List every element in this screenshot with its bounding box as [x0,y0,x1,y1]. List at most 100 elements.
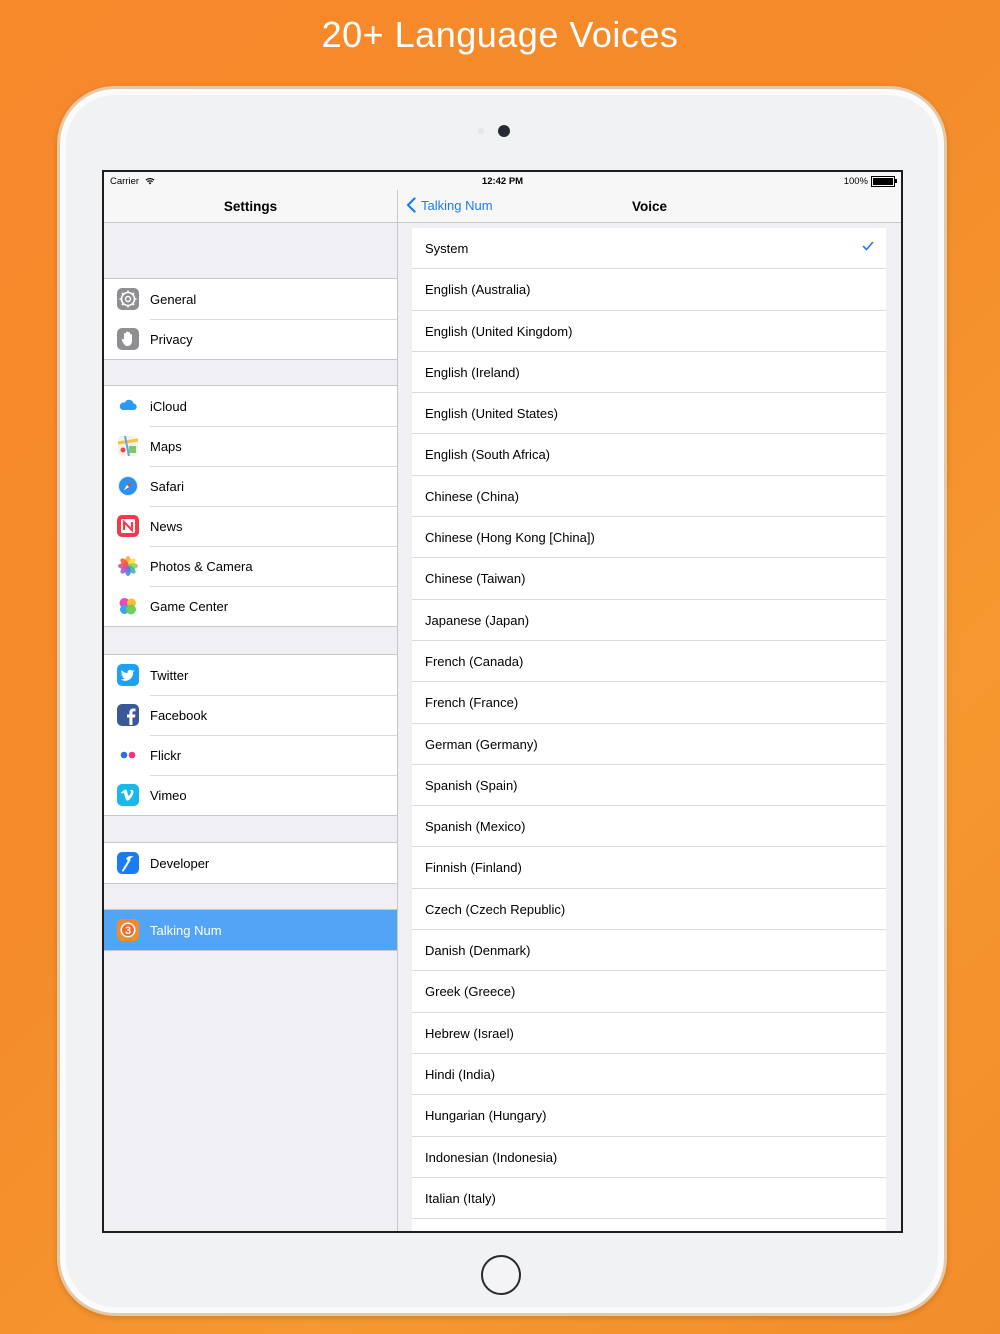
voice-row[interactable]: Hindi (India) [412,1052,886,1094]
voice-row[interactable]: Chinese (China) [412,474,886,516]
sidebar-item-twitter[interactable]: Twitter [104,655,397,695]
voice-row[interactable]: Hungarian (Hungary) [412,1094,886,1135]
screen: Settings General Privacy iCloud Maps Safari N… [102,170,903,1233]
voice-label: System [425,241,469,256]
voice-row[interactable]: German (Germany) [412,722,886,764]
voice-label: Hebrew (Israel) [425,1025,514,1041]
sidebar-item-icloud[interactable]: iCloud [104,386,397,426]
voice-label: Danish (Denmark) [425,943,531,959]
sidebar-item-facebook[interactable]: Facebook [104,695,397,735]
badge-text: 3 [125,925,131,937]
bubbles-icon [117,595,139,617]
sidebar-item-label: General [150,292,197,307]
sidebar-item-maps[interactable]: Maps [104,426,397,466]
voice-row[interactable]: English (Australia) [412,268,886,309]
flower-icon [117,555,139,577]
status-bar: Carrier 12:42 PM 100% [104,172,901,190]
voice-row[interactable]: French (Canada) [412,639,886,681]
settings-title: Settings [223,199,278,214]
voice-row[interactable]: Hebrew (Israel) [412,1011,886,1053]
voice-label: English (United States) [425,406,558,422]
voice-label: Chinese (China) [425,488,519,504]
voice-label: French (France) [425,695,519,711]
sidebar-item-label: Vimeo [150,775,397,803]
bird-icon [117,664,139,686]
sidebar-item-label: Facebook [150,695,397,723]
sidebar-item-talking-num[interactable]: 3 Talking Num [104,910,397,950]
settings-group: 3 Talking Num [104,909,397,951]
voice-label: Hindi (India) [425,1066,496,1082]
flickr-dots-icon [117,744,139,766]
voice-row[interactable]: Italian (Italy) [412,1176,886,1218]
voice-row[interactable]: English (Ireland) [412,350,886,392]
voice-row[interactable]: Japanese (Japan) [412,598,886,640]
voice-list: System English (Australia) English (United… [412,228,886,1233]
sidebar-item-label: Maps [150,426,397,454]
home-button[interactable] [481,1255,521,1295]
sidebar-item-vimeo[interactable]: Vimeo [104,775,397,815]
sidebar-item-label: Game Center [150,586,397,614]
voice-label: Chinese (Hong Kong [China]) [425,530,595,546]
sidebar-item-developer[interactable]: Developer [104,843,397,883]
compass-icon [117,475,139,497]
voice-row[interactable]: Indonesian (Indonesia) [412,1135,886,1177]
back-label: Talking Num [421,197,493,213]
gear-icon [117,288,139,310]
status-time: 12:42 PM [481,176,524,187]
voice-row[interactable]: English (South Africa) [412,433,886,474]
voice-row[interactable]: System [412,228,886,268]
sidebar-item-game-center[interactable]: Game Center [104,586,397,626]
sidebar-item-flickr[interactable]: Flickr [104,735,397,775]
settings-group: General Privacy [104,278,397,360]
voice-row[interactable]: Spanish (Spain) [412,763,886,805]
voice-row[interactable]: Czech (Czech Republic) [412,887,886,929]
voice-label: English (South Africa) [425,447,551,463]
sidebar-item-safari[interactable]: Safari [104,466,397,506]
battery-percent: 100% [843,176,868,187]
voice-label: Greek (Greece) [425,984,516,1000]
voice-row[interactable]: Chinese (Hong Kong [China]) [412,516,886,557]
sensor-dot [478,128,484,134]
voice-label: Spanish (Spain) [425,777,518,793]
sidebar-item-privacy[interactable]: Privacy [104,319,397,359]
hand-icon [117,328,139,350]
voice-label: Korean (South Korea) [425,1232,551,1233]
sidebar-item-label: Flickr [150,735,397,763]
camera-icon [498,125,510,137]
voice-label: Italian (Italy) [425,1190,496,1206]
facebook-icon [117,704,139,726]
sidebar-item-label: Privacy [150,319,397,347]
back-button[interactable]: Talking Num [406,197,493,213]
checkmark-icon [862,241,874,251]
sidebar-item-label: iCloud [150,399,187,414]
voice-row[interactable]: Korean (South Korea) [412,1218,886,1233]
sidebar-item-photos-camera[interactable]: Photos & Camera [104,546,397,586]
vimeo-icon [117,784,139,806]
hammer-icon [117,852,139,874]
sidebar-item-label: Talking Num [150,923,222,938]
sidebar-item-label: Twitter [150,668,189,683]
sidebar-item-label: Safari [150,466,397,494]
map-icon [117,435,139,457]
voice-label: English (Australia) [425,282,531,298]
voice-row[interactable]: Spanish (Mexico) [412,805,886,846]
settings-sidebar: Settings General Privacy iCloud Maps Safari N… [104,172,398,1231]
voice-label: English (Ireland) [425,364,520,380]
sidebar-item-label: Photos & Camera [150,546,397,574]
voice-row[interactable]: Finnish (Finland) [412,846,886,887]
voice-label: Chinese (Taiwan) [425,571,526,587]
voice-row[interactable]: French (France) [412,681,886,722]
sidebar-item-general[interactable]: General [104,279,397,319]
sidebar-item-label: Developer [150,856,210,871]
voice-row[interactable]: English (United States) [412,392,886,433]
sidebar-item-news[interactable]: News [104,506,397,546]
news-icon [117,515,139,537]
settings-group: iCloud Maps Safari News Photos & Camera Game … [104,385,397,627]
battery-icon [871,176,897,187]
voice-row[interactable]: Greek (Greece) [412,970,886,1011]
voice-label: French (Canada) [425,653,524,669]
voice-row[interactable]: Chinese (Taiwan) [412,557,886,598]
status-battery: 100% [843,176,897,187]
voice-row[interactable]: Danish (Denmark) [412,929,886,970]
voice-row[interactable]: English (United Kingdom) [412,309,886,351]
